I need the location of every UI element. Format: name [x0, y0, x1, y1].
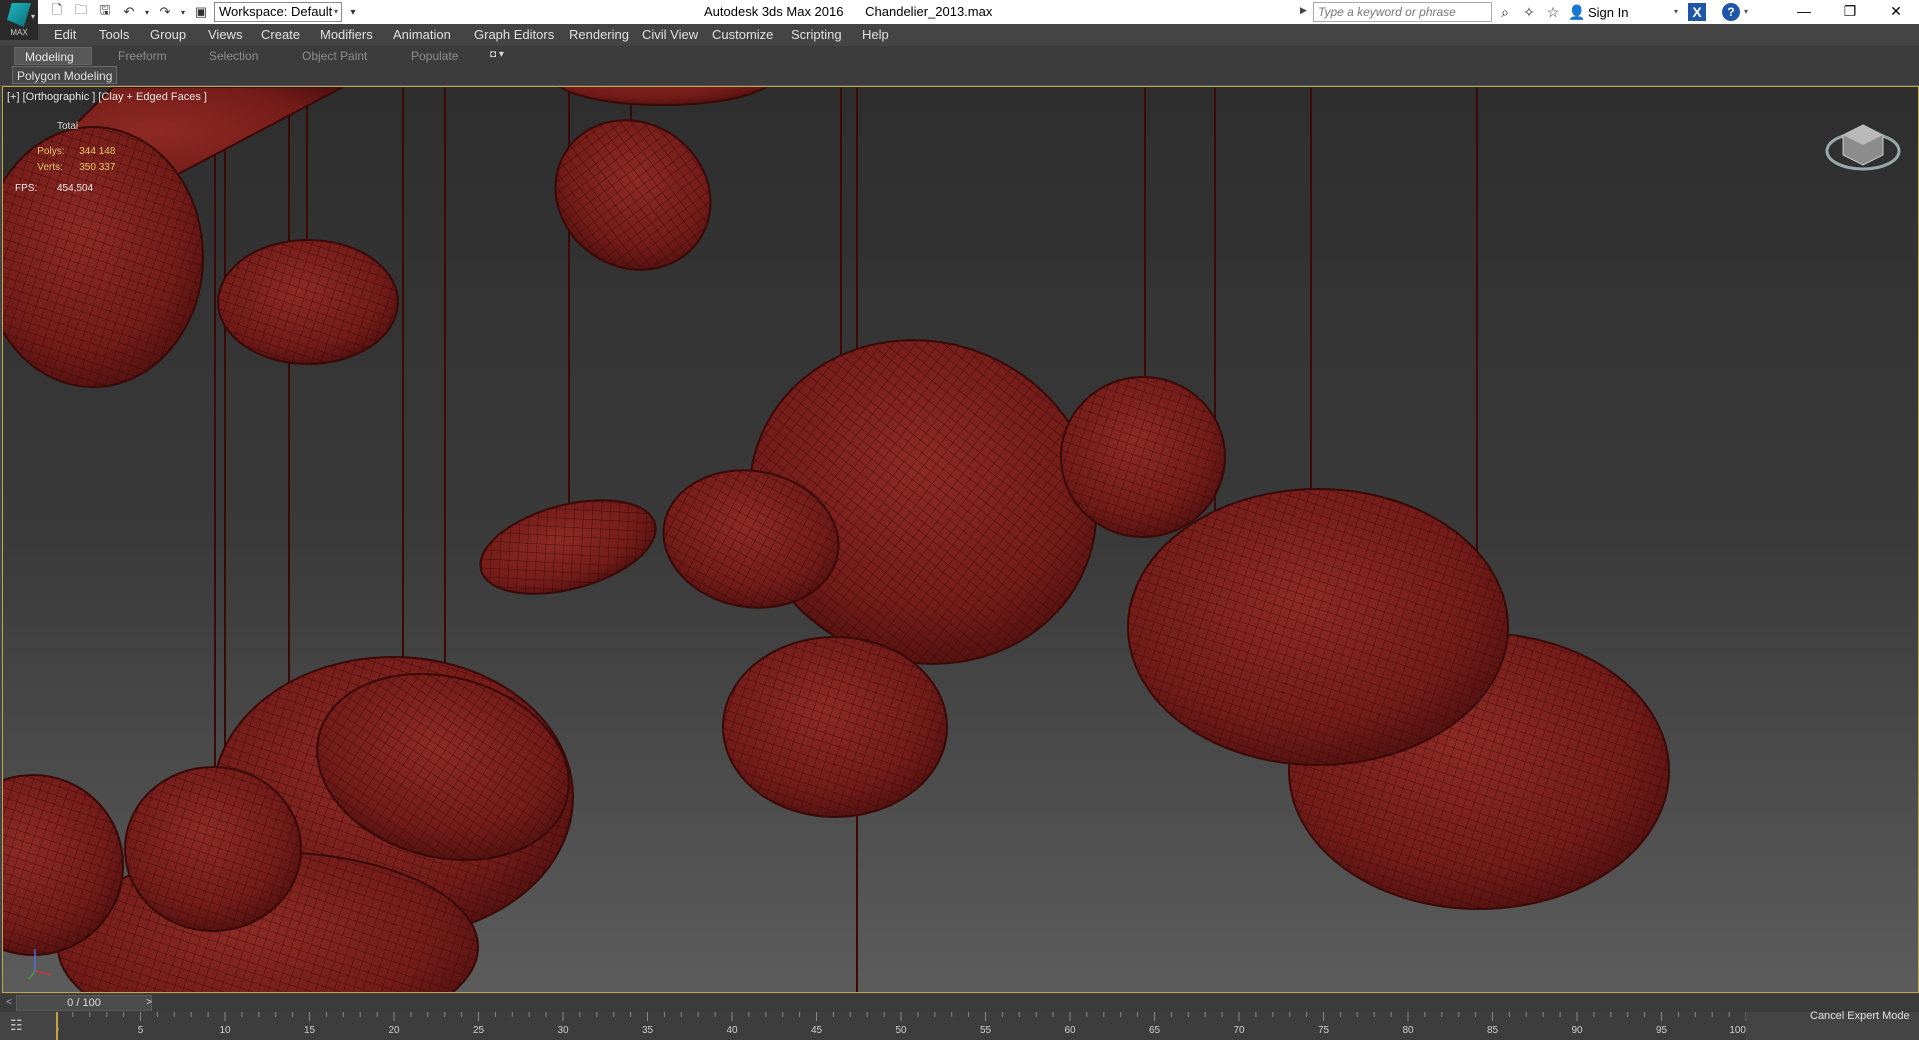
viewport-label-menu[interactable]: [+] [Orthographic ] [Clay + Edged Faces … — [7, 91, 207, 103]
logo-text: MAX — [10, 28, 28, 37]
viewcube-icon[interactable] — [1825, 117, 1901, 175]
next-frame-icon[interactable]: > — [142, 995, 156, 1011]
workspace-label: Workspace: Default — [219, 4, 333, 19]
tab-object-paint[interactable]: Object Paint — [302, 47, 367, 65]
timeline-tick-label: 70 — [1233, 1025, 1245, 1036]
time-slider[interactable]: < 0 / 100 > — [0, 994, 1919, 1012]
time-slider-thumb[interactable]: 0 / 100 — [16, 995, 152, 1011]
menu-tools[interactable]: Tools — [99, 27, 129, 42]
timeline-tick-label: 85 — [1487, 1025, 1499, 1036]
window-title: Autodesk 3ds Max 2016 Chandelier_2013.ma… — [704, 4, 993, 19]
search-input[interactable] — [1313, 2, 1492, 22]
curve-editor-icon[interactable]: ☷ — [10, 1017, 32, 1035]
app-window: MAX ▾ 🗋 🗀 🖫 ↶ ▾ ↷ ▾ ▣ Workspace: Default… — [0, 0, 1919, 1040]
scene-render — [3, 87, 1670, 992]
fps-label: FPS: — [15, 183, 38, 194]
timeline-tick-label: 35 — [642, 1025, 654, 1036]
timeline-track[interactable]: 0510152025303540455055606570758085909510… — [56, 1012, 1746, 1040]
customize-toolbar-icon[interactable]: ▾ — [344, 3, 362, 21]
restore-icon[interactable]: ❐ — [1827, 0, 1873, 24]
previous-frame-icon[interactable]: < — [2, 995, 16, 1011]
polygon-modeling-panel-button[interactable]: Polygon Modeling — [12, 66, 118, 84]
menu-civil-view[interactable]: Civil View — [642, 27, 698, 42]
chevron-down-icon: ▾ — [333, 7, 338, 16]
timeline-ruler: 0510152025303540455055606570758085909510… — [56, 1012, 1746, 1040]
timeline-tick-label: 55 — [980, 1025, 992, 1036]
lamp-shades — [3, 87, 1670, 992]
menu-help[interactable]: Help — [862, 27, 889, 42]
undo-icon[interactable]: ↶ — [120, 3, 138, 21]
favorites-star-icon[interactable]: ☆ — [1544, 3, 1562, 21]
timeline-tick-label: 5 — [138, 1025, 144, 1036]
tab-populate[interactable]: Populate — [411, 47, 458, 65]
autodesk-exchange-icon[interactable]: X — [1688, 3, 1706, 21]
menu-scripting[interactable]: Scripting — [791, 27, 842, 42]
ribbon-tabs: Modeling Freeform Selection Object Paint… — [0, 46, 1919, 66]
binoculars-icon[interactable]: ⌕ — [1496, 3, 1514, 21]
menu-graph-editors[interactable]: Graph Editors — [474, 27, 554, 42]
help-icon[interactable]: ? — [1722, 3, 1740, 21]
timeline-tick-label: 20 — [388, 1025, 400, 1036]
menu-rendering[interactable]: Rendering — [569, 27, 629, 42]
timeline-tick-label: 90 — [1571, 1025, 1583, 1036]
menu-bar: Edit Tools Group Views Create Modifiers … — [0, 24, 1919, 46]
timeline-tick-label: 15 — [304, 1025, 316, 1036]
ribbon-panel: Polygon Modeling — [0, 66, 1919, 86]
sign-in-button[interactable]: Sign In — [1588, 5, 1628, 20]
communication-center-icon[interactable]: ✧ — [1520, 3, 1538, 21]
chevron-down-icon: ▾ — [31, 12, 36, 21]
redo-dropdown-icon[interactable]: ▾ — [174, 3, 192, 21]
timeline-tick-label: 40 — [726, 1025, 738, 1036]
menu-create[interactable]: Create — [261, 27, 300, 42]
timeline-tick-label: 95 — [1656, 1025, 1668, 1036]
new-file-icon[interactable]: 🗋 — [48, 2, 66, 21]
timeline-tick-label: 50 — [895, 1025, 907, 1036]
menu-edit[interactable]: Edit — [54, 27, 76, 42]
close-icon[interactable]: ✕ — [1873, 0, 1919, 24]
menu-customize[interactable]: Customize — [712, 27, 773, 42]
chevron-down-icon[interactable]: ▾ — [1744, 7, 1748, 16]
project-folder-icon[interactable]: ▣ — [192, 3, 210, 21]
cancel-expert-mode-button[interactable]: Cancel Expert Mode — [1810, 1010, 1910, 1022]
timeline-tick-label: 25 — [473, 1025, 485, 1036]
undo-dropdown-icon[interactable]: ▾ — [138, 3, 156, 21]
verts-value: 350 337 — [79, 162, 116, 173]
3dsmax-logo-icon — [7, 3, 31, 27]
chevron-down-icon[interactable]: ▾ — [1674, 7, 1678, 16]
track-bar: ☷ 05101520253035404550556065707580859095… — [0, 1012, 1919, 1040]
fps-value: 454,504 — [57, 183, 94, 194]
title-bar: MAX ▾ 🗋 🗀 🖫 ↶ ▾ ↷ ▾ ▣ Workspace: Default… — [0, 0, 1919, 40]
timeline-tick-label: 45 — [811, 1025, 823, 1036]
open-file-icon[interactable]: 🗀 — [72, 2, 90, 21]
workspace-dropdown[interactable]: Workspace: Default ▾ — [214, 2, 342, 22]
user-icon[interactable]: 👤 — [1568, 3, 1586, 21]
menu-group[interactable]: Group — [150, 27, 186, 42]
timeline-tick-label: 30 — [557, 1025, 569, 1036]
menu-animation[interactable]: Animation — [393, 27, 451, 42]
minimize-icon[interactable]: — — [1781, 0, 1827, 24]
ribbon-options-icon[interactable]: ◘ ▾ — [490, 49, 512, 61]
viewport-orthographic[interactable]: [+] [Orthographic ] [Clay + Edged Faces … — [2, 86, 1919, 993]
timeline-tick-label: 80 — [1402, 1025, 1414, 1036]
timeline-tick-label: 10 — [219, 1025, 231, 1036]
current-frame-marker[interactable] — [56, 1012, 58, 1040]
search-expand-icon[interactable]: ▶ — [1300, 5, 1307, 16]
tab-modeling[interactable]: Modeling — [14, 47, 92, 65]
save-file-icon[interactable]: 🖫 — [96, 2, 114, 21]
redo-icon[interactable]: ↷ — [156, 3, 174, 21]
menu-views[interactable]: Views — [208, 27, 242, 42]
application-menu-button[interactable]: MAX ▾ — [0, 0, 38, 40]
timeline-tick-label: 60 — [1064, 1025, 1076, 1036]
stats-total-label: Total — [57, 121, 79, 132]
tab-selection[interactable]: Selection — [209, 47, 258, 65]
axis-tripod-icon — [28, 949, 52, 980]
timeline-tick-label: 75 — [1318, 1025, 1330, 1036]
timeline-tick-label: 100 — [1729, 1025, 1746, 1036]
tab-freeform[interactable]: Freeform — [118, 47, 167, 65]
menu-modifiers[interactable]: Modifiers — [320, 27, 373, 42]
timeline-tick-label: 65 — [1149, 1025, 1161, 1036]
